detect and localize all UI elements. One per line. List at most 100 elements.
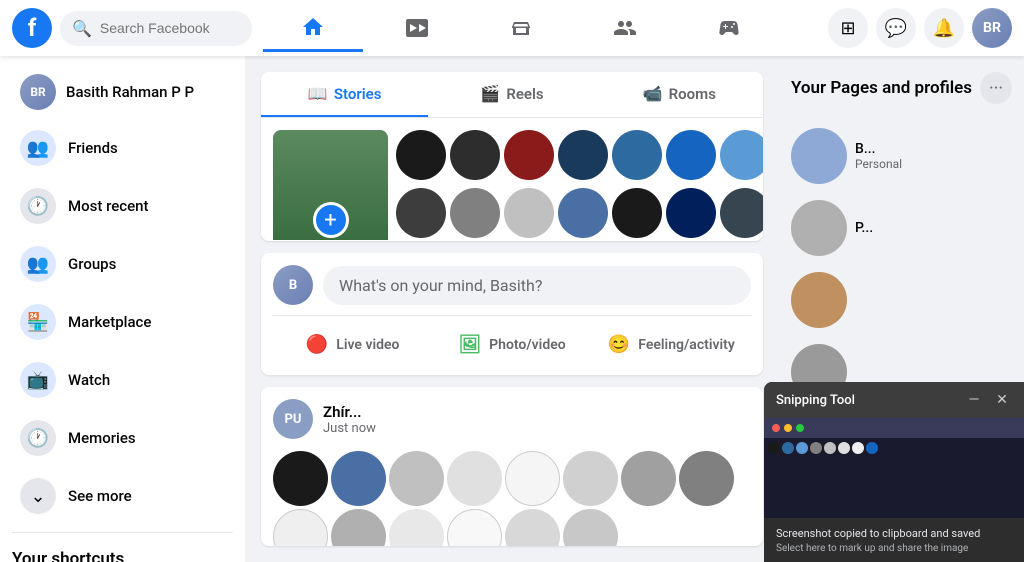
- story-circle[interactable]: [666, 188, 716, 238]
- friends-icon: 👥: [20, 130, 56, 166]
- story-circle[interactable]: [450, 130, 500, 180]
- story-circle[interactable]: [504, 130, 554, 180]
- sidebar-user-name: Basith Rahman P P: [66, 83, 194, 101]
- search-input[interactable]: [100, 20, 240, 36]
- page-item[interactable]: P...: [787, 192, 1016, 264]
- nav-center: [263, 4, 779, 52]
- page-item[interactable]: [787, 264, 1016, 336]
- shortcuts-header: Your shortcuts: [0, 541, 245, 562]
- post-circles-grid: [261, 451, 763, 546]
- feeling-activity-button[interactable]: 😊 Feeling/activity: [592, 326, 751, 363]
- preview-circle: [838, 442, 850, 454]
- post-time: Just now: [323, 421, 376, 436]
- story-circle[interactable]: [396, 188, 446, 238]
- nav-left: f 🔍: [0, 8, 263, 48]
- tab-stories[interactable]: 📖 Stories: [261, 72, 428, 117]
- sidebar-item-groups[interactable]: 👥 Groups: [8, 236, 237, 292]
- snipping-tool-title: Snipping Tool: [776, 393, 855, 408]
- rooms-tab-icon: 📹: [643, 84, 663, 103]
- nav-right: ⊞ 💬 🔔 BR: [779, 8, 1024, 48]
- stories-tab-icon: 📖: [308, 84, 328, 103]
- post-circle: [447, 451, 502, 506]
- post-user-avatar: B: [273, 265, 313, 305]
- live-video-button[interactable]: 🔴 Live video: [273, 326, 432, 363]
- snipping-tool-message[interactable]: Screenshot copied to clipboard and saved…: [764, 518, 1024, 562]
- story-circle[interactable]: [720, 188, 763, 238]
- see-more-icon: ⌄: [20, 478, 56, 514]
- story-create-bottom: Create story: [273, 240, 388, 241]
- post-card: PU Zhír... Just now: [261, 387, 763, 546]
- snipping-tool-preview: [764, 418, 1024, 518]
- story-circle-row: [396, 188, 763, 238]
- story-circles-grid: [396, 130, 763, 241]
- create-story-card[interactable]: + Create story: [273, 130, 388, 241]
- preview-circle: [810, 442, 822, 454]
- nav-groups-button[interactable]: [575, 4, 675, 52]
- photo-video-button[interactable]: 🖼 Photo/video: [432, 326, 591, 363]
- preview-circle: [782, 442, 794, 454]
- story-circle[interactable]: [666, 130, 716, 180]
- page-avatar: [791, 272, 847, 328]
- browser-dot-green: [796, 424, 804, 432]
- post-circle: [389, 509, 444, 546]
- sidebar-item-marketplace[interactable]: 🏪 Marketplace: [8, 294, 237, 350]
- sidebar-item-label: Watch: [68, 371, 110, 389]
- story-circle[interactable]: [720, 130, 763, 180]
- story-circle[interactable]: [450, 188, 500, 238]
- search-box[interactable]: 🔍: [60, 11, 252, 46]
- story-circle[interactable]: [396, 130, 446, 180]
- snipping-minimize-button[interactable]: —: [964, 390, 984, 410]
- snipping-browser-bar: [764, 418, 1024, 438]
- nav-video-button[interactable]: [367, 4, 467, 52]
- nav-messenger-button[interactable]: 💬: [876, 8, 916, 48]
- main-feed: 📖 Stories 🎬 Reels 📹 Rooms +: [245, 56, 779, 562]
- post-input-box[interactable]: What's on your mind, Basith?: [323, 266, 751, 305]
- sidebar-item-label: Friends: [68, 139, 118, 157]
- browser-dot-yellow: [784, 424, 792, 432]
- sidebar-item-label: See more: [68, 487, 132, 505]
- post-circle: [679, 451, 734, 506]
- page-info: B... Personal: [855, 141, 902, 171]
- browser-dot-red: [772, 424, 780, 432]
- sidebar-user[interactable]: BR Basith Rahman P P: [8, 66, 237, 118]
- page-avatar: [791, 200, 847, 256]
- stories-content: + Create story: [261, 118, 763, 241]
- sidebar-item-friends[interactable]: 👥 Friends: [8, 120, 237, 176]
- snipping-close-button[interactable]: ✕: [992, 390, 1012, 410]
- tab-rooms[interactable]: 📹 Rooms: [596, 72, 763, 117]
- story-circle[interactable]: [558, 130, 608, 180]
- sidebar-item-label: Groups: [68, 255, 116, 273]
- user-avatar[interactable]: BR: [972, 8, 1012, 48]
- sidebar-item-watch[interactable]: 📺 Watch: [8, 352, 237, 408]
- preview-circles: [768, 442, 1020, 454]
- nav-home-button[interactable]: [263, 4, 363, 52]
- page-name: P...: [855, 220, 873, 236]
- nav-gaming-button[interactable]: [679, 4, 779, 52]
- facebook-logo[interactable]: f: [12, 8, 52, 48]
- nav-notifications-button[interactable]: 🔔: [924, 8, 964, 48]
- snipping-message-text: Screenshot copied to clipboard and saved: [776, 526, 1012, 541]
- reels-tab-icon: 🎬: [480, 84, 500, 103]
- nav-marketplace-button[interactable]: [471, 4, 571, 52]
- story-circle[interactable]: [612, 130, 662, 180]
- page-info: P...: [855, 220, 873, 236]
- page-item[interactable]: B... Personal: [787, 120, 1016, 192]
- story-circle[interactable]: [612, 188, 662, 238]
- pages-more-button[interactable]: ···: [980, 72, 1012, 104]
- story-circle[interactable]: [504, 188, 554, 238]
- post-circle: [563, 451, 618, 506]
- sidebar-user-avatar: BR: [20, 74, 56, 110]
- snipping-tool-controls: — ✕: [964, 390, 1012, 410]
- tab-reels[interactable]: 🎬 Reels: [428, 72, 595, 117]
- sidebar-item-see-more[interactable]: ⌄ See more: [8, 468, 237, 524]
- sidebar-item-most-recent[interactable]: 🕐 Most recent: [8, 178, 237, 234]
- post-user-info: Zhír... Just now: [323, 403, 376, 436]
- preview-circle: [866, 442, 878, 454]
- sidebar-item-memories[interactable]: 🕐 Memories: [8, 410, 237, 466]
- groups-icon: 👥: [20, 246, 56, 282]
- story-circle[interactable]: [558, 188, 608, 238]
- snipping-tool-header: Snipping Tool — ✕: [764, 382, 1024, 418]
- nav-grid-button[interactable]: ⊞: [828, 8, 868, 48]
- post-user-avatar: PU: [273, 399, 313, 439]
- preview-circle: [768, 442, 780, 454]
